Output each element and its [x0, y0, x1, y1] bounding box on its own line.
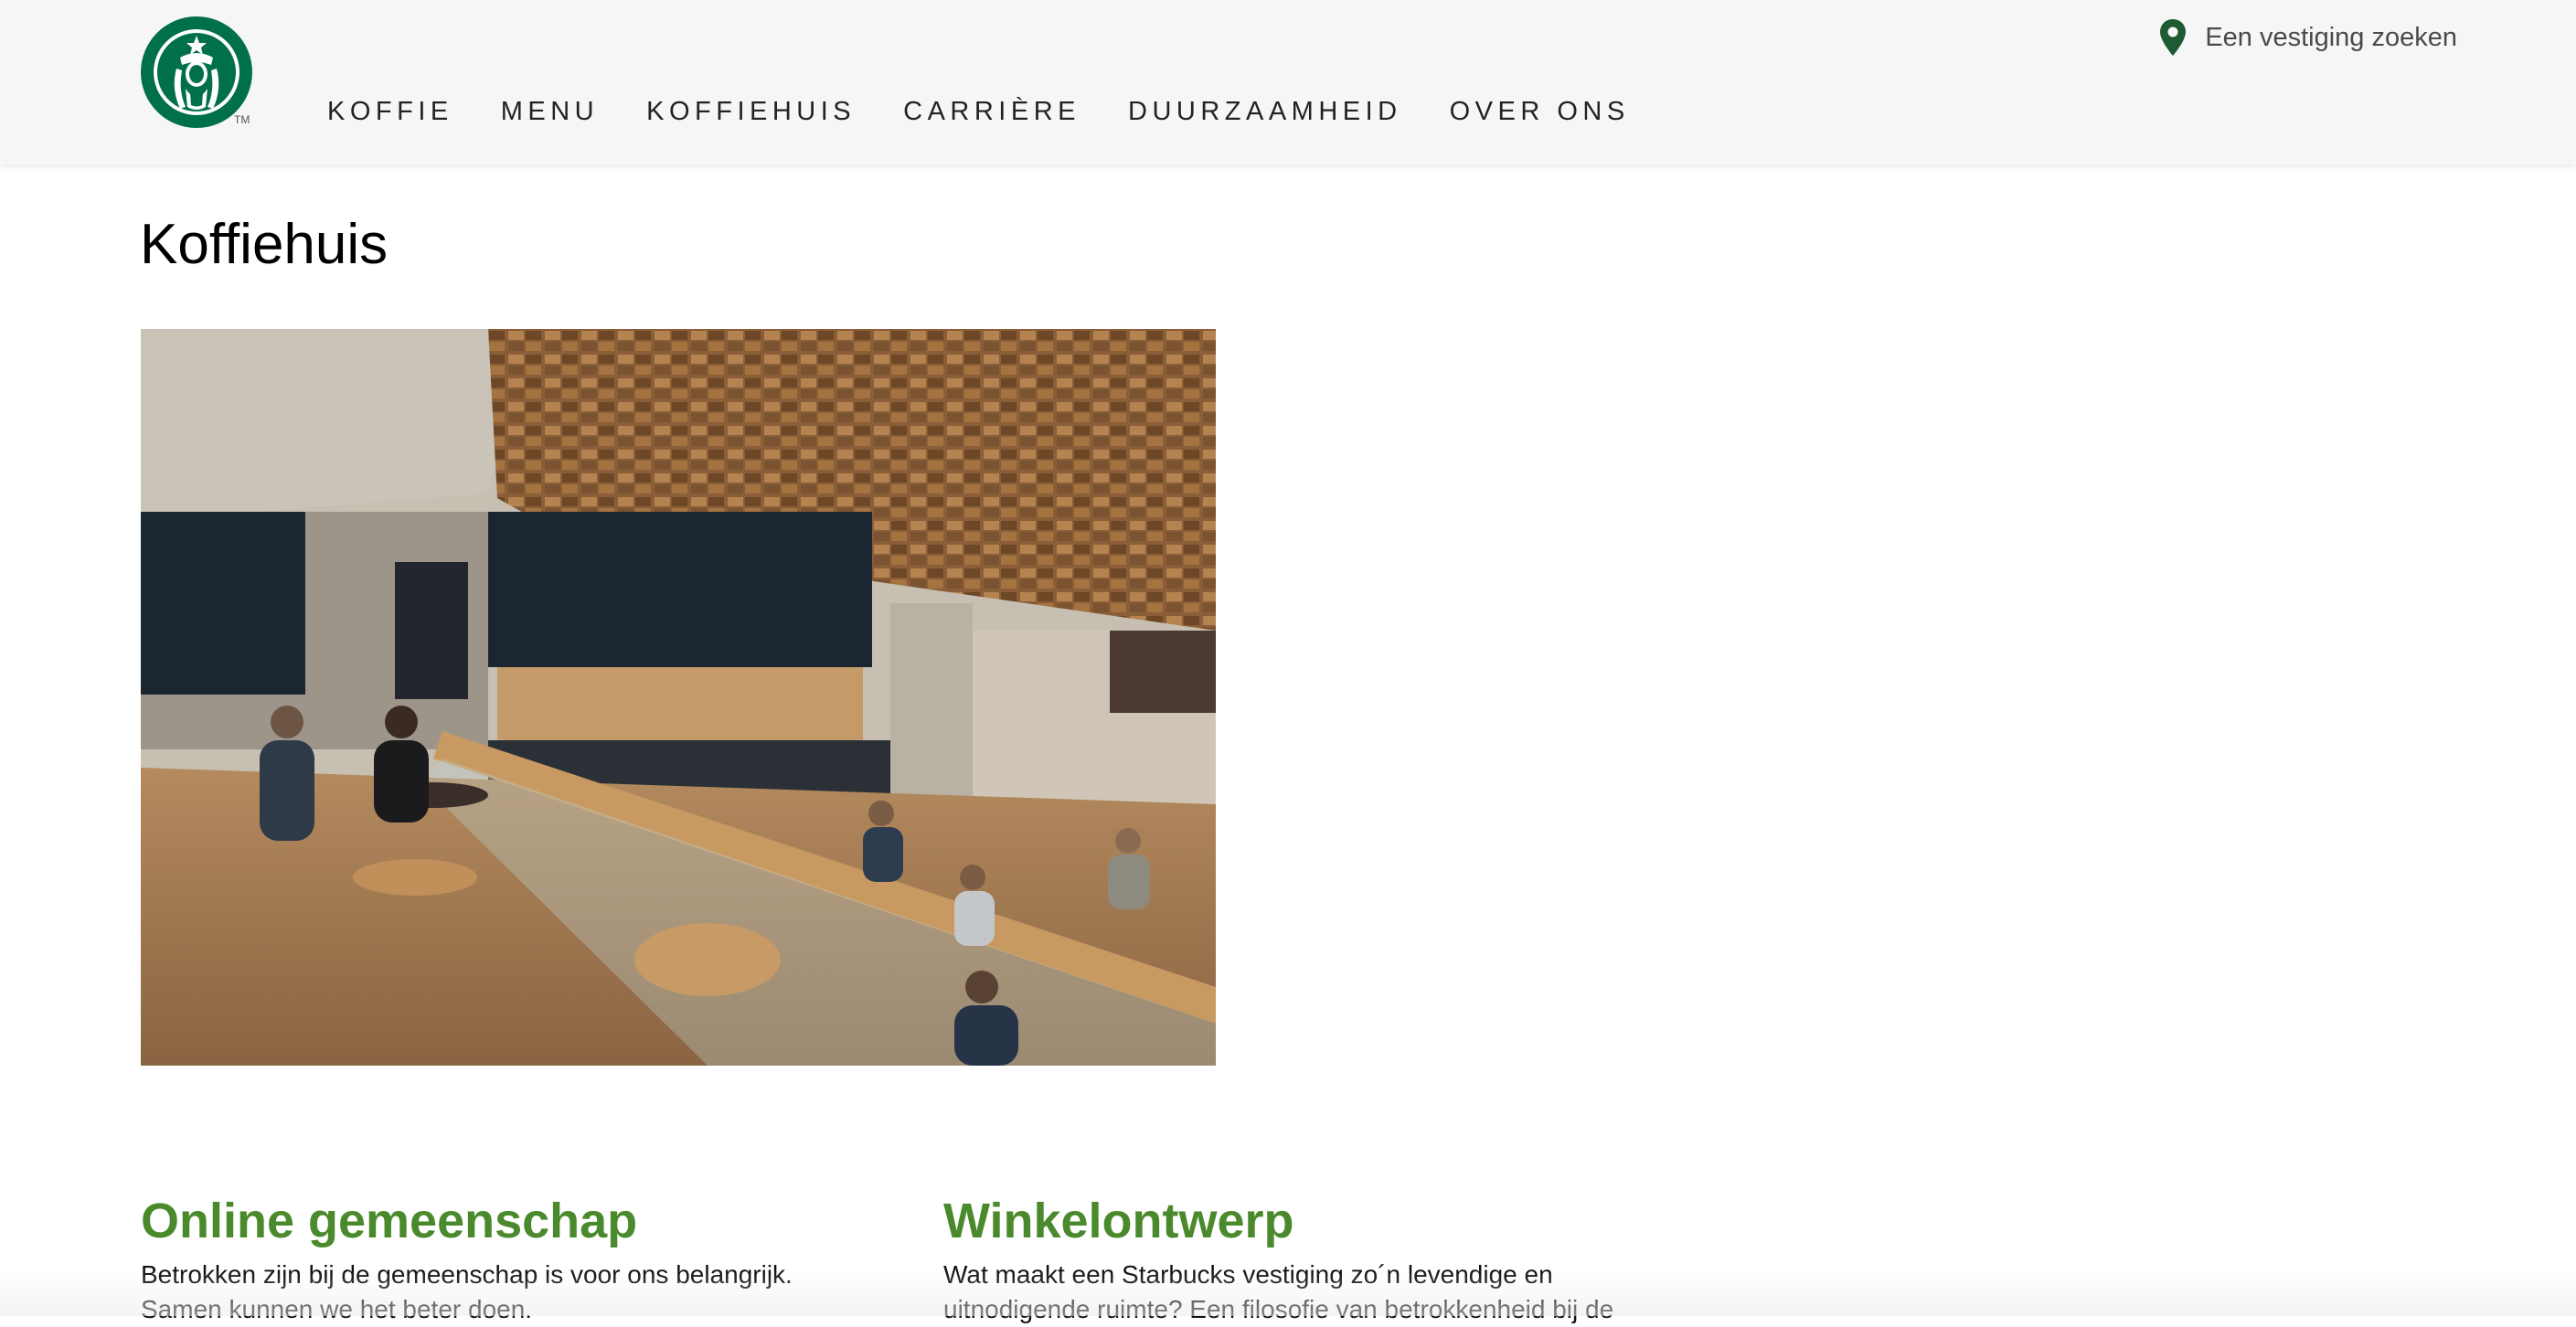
site-header: TM KOFFIE MENU KOFFIEHUIS CARRIÈRE DUURZ… — [0, 0, 2576, 165]
nav-item-koffie[interactable]: KOFFIE — [327, 97, 453, 127]
location-pin-icon — [2160, 19, 2187, 56]
siren-logo-icon — [141, 16, 252, 128]
section-winkelontwerp: Winkelontwerp Wat maakt een Starbucks ve… — [943, 1188, 1656, 1327]
hero-image — [141, 329, 1216, 1066]
store-finder-link[interactable]: Een vestiging zoeken — [2159, 18, 2457, 57]
section-text: Wat maakt een Starbucks vestiging zo´n l… — [943, 1260, 1614, 1323]
page-title: Koffiehuis — [140, 213, 389, 276]
cafe-interior-illustration — [141, 329, 1216, 1066]
store-finder-label: Een vestiging zoeken — [2205, 22, 2457, 52]
nav-item-carriere[interactable]: CARRIÈRE — [903, 97, 1080, 127]
nav-item-duurzaamheid[interactable]: DUURZAAMHEID — [1128, 97, 1402, 127]
trademark-mark: TM — [234, 113, 250, 126]
section-online-gemeenschap: Online gemeenschap Betrokken zijn bij de… — [141, 1188, 854, 1327]
section-heading[interactable]: Winkelontwerp — [943, 1188, 1656, 1254]
section-text: Betrokken zijn bij de gemeenschap is voo… — [141, 1260, 793, 1323]
nav-item-koffiehuis[interactable]: KOFFIEHUIS — [646, 97, 856, 127]
starbucks-logo[interactable] — [140, 16, 253, 129]
main-nav: KOFFIE MENU KOFFIEHUIS CARRIÈRE DUURZAAM… — [327, 97, 1677, 127]
section-heading[interactable]: Online gemeenschap — [141, 1188, 854, 1254]
nav-item-menu[interactable]: MENU — [501, 97, 599, 127]
nav-item-over-ons[interactable]: OVER ONS — [1450, 97, 1630, 127]
